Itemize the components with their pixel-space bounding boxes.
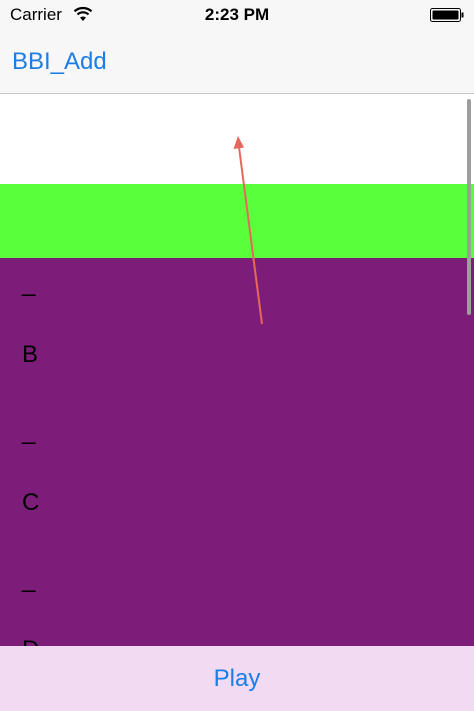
scroll-content[interactable]: _ B _ C _ D — [0, 95, 474, 646]
nav-add-button[interactable]: BBI_Add — [12, 48, 107, 76]
bottom-toolbar: Play — [0, 646, 474, 711]
status-time: 2:23 PM — [204, 5, 270, 24]
list-item: C — [22, 489, 40, 516]
battery-icon — [430, 8, 464, 22]
purple-area: _ B _ C _ D — [0, 258, 474, 646]
play-button[interactable]: Play — [0, 646, 474, 711]
navigation-bar: BBI_Add — [0, 32, 474, 94]
list-item: _ — [22, 270, 36, 297]
white-band — [0, 95, 474, 184]
list-item: _ — [22, 418, 36, 445]
list-item: _ — [22, 566, 36, 593]
list-item: D — [22, 636, 39, 646]
status-bar: Carrier 2:23 PM — [0, 0, 474, 32]
scrollbar[interactable] — [467, 99, 471, 315]
green-band — [0, 184, 474, 258]
list-item: B — [22, 341, 39, 368]
